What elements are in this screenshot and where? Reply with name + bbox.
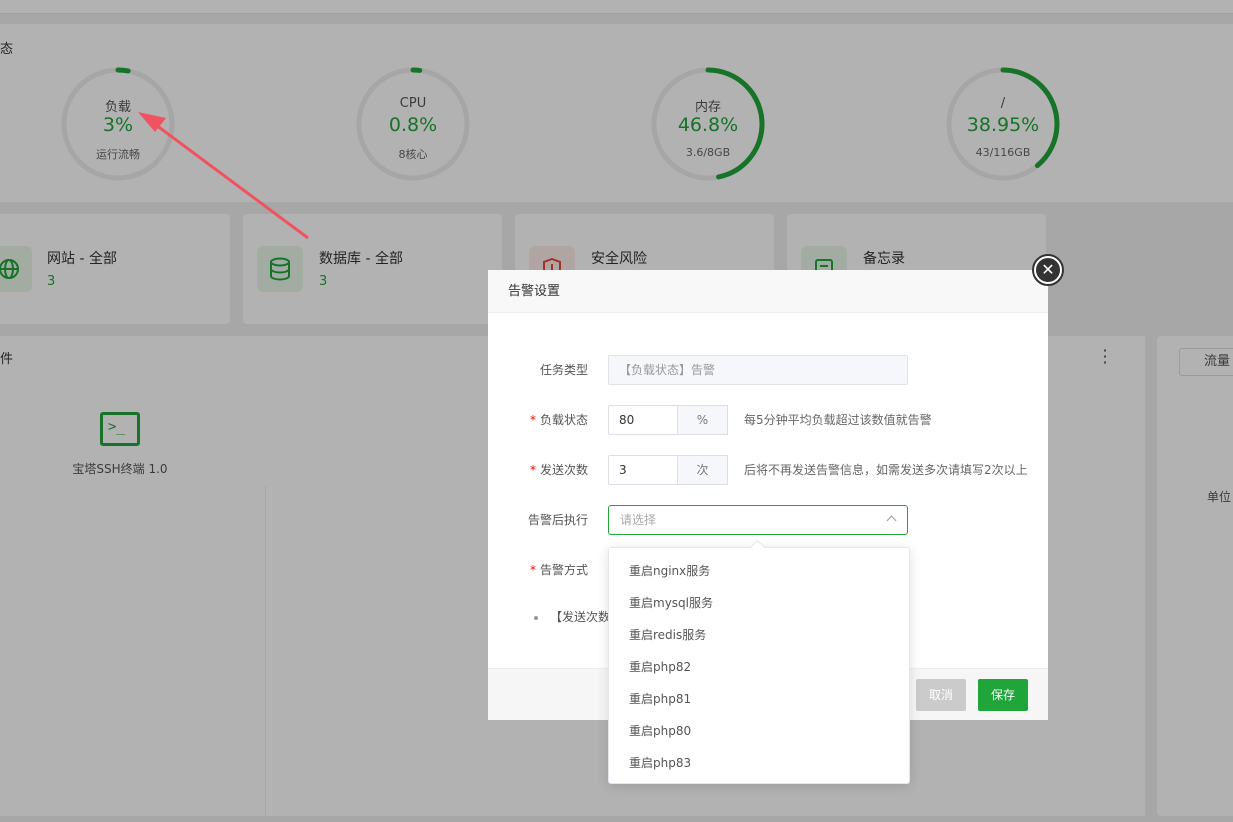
close-dialog-button[interactable]: ✕ (1032, 254, 1064, 286)
dropdown-option[interactable]: 重启redis服务 (609, 619, 909, 651)
cancel-button[interactable]: 取消 (916, 679, 966, 711)
after-alert-row: 告警后执行 请选择 (488, 505, 1048, 535)
load-status-hint: 每5分钟平均负载超过该数值就告警 (744, 413, 932, 427)
dropdown-option[interactable]: 重启mysql服务 (609, 587, 909, 619)
load-unit-addon: % (677, 405, 728, 435)
task-type-field: 【负载状态】告警 (608, 355, 908, 385)
chevron-up-icon (886, 515, 897, 526)
after-alert-dropdown: 重启nginx服务 重启mysql服务 重启redis服务 重启php82 重启… (608, 547, 910, 784)
send-count-hint: 后将不再发送告警信息，如需发送多次请填写2次以上 (744, 463, 1028, 477)
dropdown-option[interactable]: 重启php82 (609, 651, 909, 683)
load-status-row: * 负载状态 80 % 每5分钟平均负载超过该数值就告警 (488, 405, 1048, 435)
after-alert-label: 告警后执行 (527, 513, 588, 527)
send-count-label: * 发送次数 (529, 463, 588, 477)
send-count-unit-addon: 次 (677, 455, 728, 485)
close-icon: ✕ (1036, 258, 1060, 282)
bullet-icon (534, 615, 538, 620)
after-alert-select[interactable]: 请选择 (608, 505, 908, 535)
alert-method-label: * 告警方式 (529, 563, 588, 577)
dialog-title: 告警设置 (488, 270, 1048, 313)
task-type-row: 任务类型 【负载状态】告警 (488, 355, 1048, 385)
save-button[interactable]: 保存 (978, 679, 1028, 711)
task-type-label: 任务类型 (539, 363, 588, 377)
dropdown-option[interactable]: 重启php83 (609, 747, 909, 779)
after-alert-placeholder: 请选择 (620, 513, 657, 527)
dropdown-option[interactable]: 重启php80 (609, 715, 909, 747)
dropdown-option[interactable]: 重启nginx服务 (609, 555, 909, 587)
send-count-row: * 发送次数 3 次 后将不再发送告警信息，如需发送多次请填写2次以上 (488, 455, 1048, 485)
send-count-note: 【发送次数 (534, 608, 610, 625)
dropdown-option[interactable]: 重启php81 (609, 683, 909, 715)
load-status-label: * 负载状态 (529, 413, 588, 427)
